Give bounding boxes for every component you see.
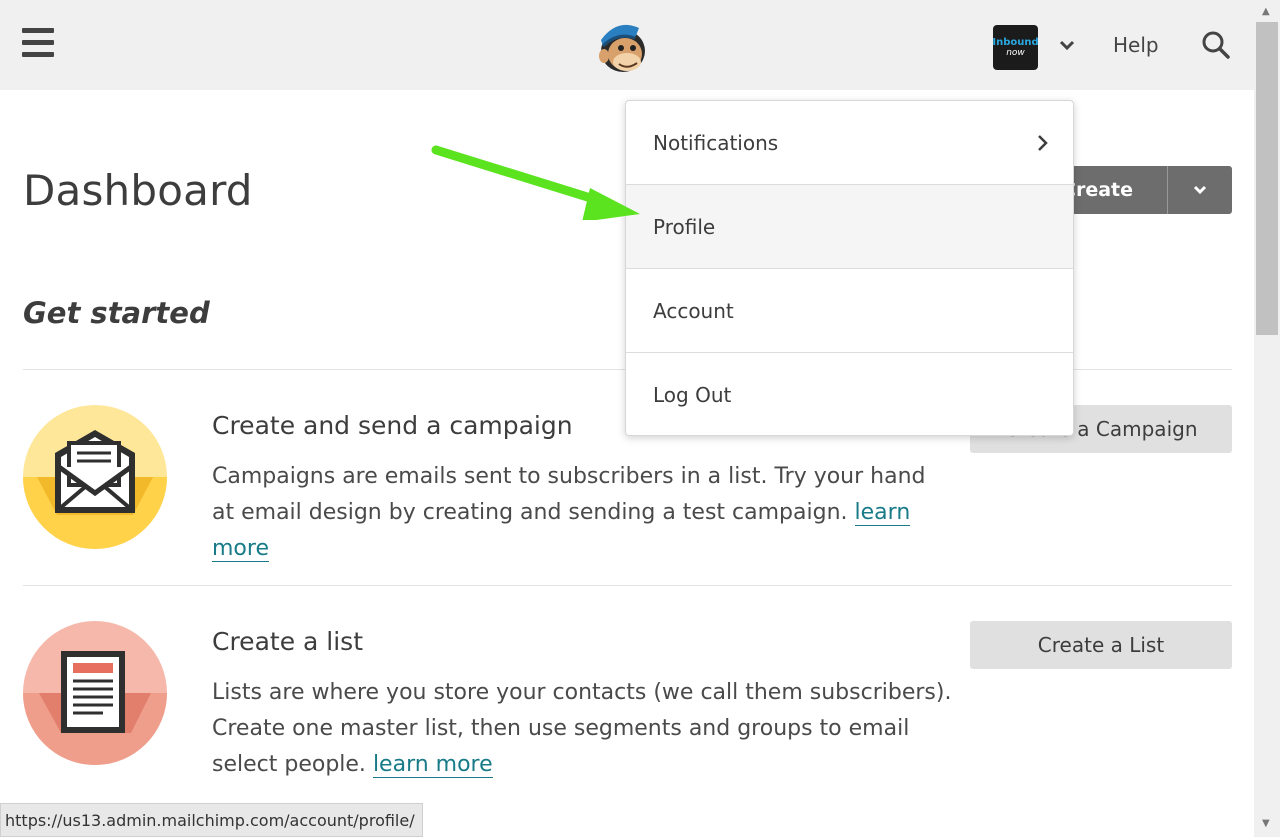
menu-item-notifications[interactable]: Notifications bbox=[626, 101, 1073, 185]
create-list-button[interactable]: Create a List bbox=[970, 621, 1232, 669]
learn-more-link[interactable]: learn more bbox=[372, 752, 493, 778]
menu-item-label: Account bbox=[653, 299, 734, 323]
annotation-arrow-icon bbox=[431, 145, 640, 220]
mailchimp-freddie-logo[interactable] bbox=[595, 18, 649, 74]
card-description: Lists are where you store your contacts … bbox=[212, 675, 952, 783]
list-document-icon bbox=[23, 621, 167, 765]
scroll-up-arrow-icon[interactable]: ▲ bbox=[1262, 6, 1270, 17]
help-link[interactable]: Help bbox=[1113, 33, 1159, 57]
envelope-icon bbox=[23, 405, 167, 549]
menu-item-account[interactable]: Account bbox=[626, 269, 1073, 353]
card-title: Create and send a campaign bbox=[212, 411, 573, 440]
menu-item-profile[interactable]: Profile bbox=[626, 185, 1073, 269]
vertical-scrollbar[interactable]: ▲ ▼ bbox=[1254, 0, 1280, 837]
chevron-down-icon[interactable] bbox=[1058, 37, 1076, 53]
search-icon[interactable] bbox=[1201, 30, 1231, 60]
chevron-right-icon bbox=[1038, 135, 1048, 151]
card-description-text: Campaigns are emails sent to subscribers… bbox=[212, 464, 926, 525]
divider bbox=[23, 585, 1232, 586]
menu-item-log-out[interactable]: Log Out bbox=[626, 353, 1073, 435]
scrollbar-thumb[interactable] bbox=[1256, 22, 1278, 335]
account-avatar[interactable]: Inbound now bbox=[992, 25, 1039, 70]
top-navigation-bar: Inbound now Help bbox=[0, 0, 1254, 90]
avatar-text-secondary: now bbox=[1006, 48, 1025, 58]
card-title: Create a list bbox=[212, 627, 364, 656]
card-description-text: Lists are where you store your contacts … bbox=[212, 680, 952, 777]
scroll-down-arrow-icon[interactable]: ▼ bbox=[1262, 818, 1270, 829]
menu-item-label: Profile bbox=[653, 215, 716, 239]
menu-item-label: Notifications bbox=[653, 131, 779, 155]
account-dropdown-menu: Notifications Profile Account Log Out bbox=[625, 100, 1074, 436]
hamburger-menu-icon[interactable] bbox=[22, 28, 54, 62]
card-description: Campaigns are emails sent to subscribers… bbox=[212, 459, 952, 567]
page-title: Dashboard bbox=[23, 166, 253, 215]
chevron-down-icon[interactable] bbox=[1168, 166, 1232, 214]
get-started-heading: Get started bbox=[23, 296, 210, 330]
link-preview-status-bar: https://us13.admin.mailchimp.com/account… bbox=[0, 803, 423, 837]
avatar-text-primary: Inbound bbox=[992, 37, 1039, 48]
menu-item-label: Log Out bbox=[653, 383, 732, 407]
